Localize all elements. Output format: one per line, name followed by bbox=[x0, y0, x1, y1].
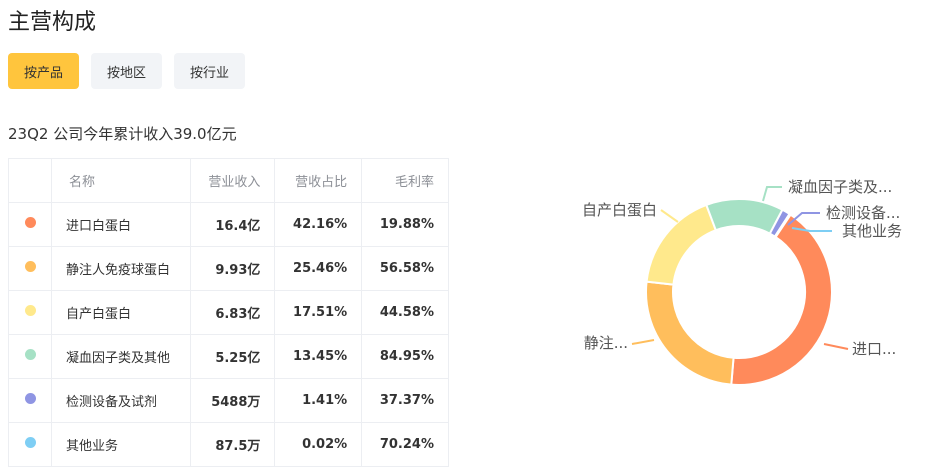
tab-by-product[interactable]: 按产品 bbox=[8, 53, 80, 89]
donut-slice[interactable] bbox=[705, 198, 784, 235]
table-row: 凝血因子类及其他 5.25亿 13.45% 84.95% bbox=[8, 334, 449, 379]
row-revenue: 5.25亿 bbox=[189, 334, 276, 379]
slice-label: 自产白蛋白 bbox=[582, 201, 657, 219]
row-revenue: 16.4亿 bbox=[189, 202, 276, 247]
row-margin: 19.88% bbox=[361, 202, 449, 247]
page-title: 主营构成 bbox=[8, 10, 97, 35]
row-margin: 70.24% bbox=[361, 422, 449, 467]
row-share: 17.51% bbox=[274, 290, 363, 335]
slice-label: 检测设备... bbox=[826, 204, 900, 222]
row-revenue: 6.83亿 bbox=[189, 290, 276, 335]
row-name: 凝血因子类及其他 bbox=[51, 334, 191, 379]
legend-dot-icon bbox=[24, 437, 36, 448]
dimension-tabs: 按产品 按地区 按行业 bbox=[8, 53, 246, 89]
slice-label: 进口... bbox=[852, 340, 896, 358]
label-leader-line bbox=[823, 343, 849, 350]
donut-slice[interactable] bbox=[730, 212, 833, 386]
label-leader-line bbox=[660, 209, 679, 223]
slice-label: 其他业务 bbox=[842, 222, 902, 240]
table-row: 自产白蛋白 6.83亿 17.51% 44.58% bbox=[8, 290, 449, 335]
row-name: 进口白蛋白 bbox=[51, 202, 191, 247]
legend-dot-icon bbox=[24, 305, 36, 316]
header-revenue: 营业收入 bbox=[189, 158, 276, 203]
slice-label: 静注... bbox=[584, 334, 628, 352]
header-margin: 毛利率 bbox=[361, 158, 449, 203]
table-header-row: 名称 营业收入 营收占比 毛利率 bbox=[8, 158, 449, 203]
table-row: 其他业务 87.5万 0.02% 70.24% bbox=[8, 422, 449, 467]
row-share: 25.46% bbox=[274, 246, 363, 291]
row-share: 42.16% bbox=[274, 202, 363, 247]
row-share: 13.45% bbox=[274, 334, 363, 379]
header-dot bbox=[8, 158, 52, 203]
tab-by-region[interactable]: 按地区 bbox=[91, 53, 163, 89]
row-name: 检测设备及试剂 bbox=[51, 378, 191, 423]
row-name: 静注人免疫球蛋白 bbox=[51, 246, 191, 291]
row-margin: 56.58% bbox=[361, 246, 449, 291]
revenue-donut-chart: 进口... 静注... 自产白蛋白 凝血因子类及... 检测设备...其他业务 bbox=[582, 178, 902, 386]
legend-dot-icon bbox=[24, 349, 36, 360]
row-share: 0.02% bbox=[274, 422, 363, 467]
label-leader-line bbox=[762, 186, 782, 202]
table-row: 静注人免疫球蛋白 9.93亿 25.46% 56.58% bbox=[8, 246, 449, 291]
row-name: 自产白蛋白 bbox=[51, 290, 191, 335]
table-row: 进口白蛋白 16.4亿 42.16% 19.88% bbox=[8, 202, 449, 247]
donut-slice[interactable] bbox=[645, 280, 735, 386]
header-share: 营收占比 bbox=[274, 158, 363, 203]
row-margin: 84.95% bbox=[361, 334, 449, 379]
row-margin: 37.37% bbox=[361, 378, 449, 423]
legend-dot-icon bbox=[24, 261, 36, 272]
composition-table: 名称 营业收入 营收占比 毛利率 进口白蛋白 16.4亿 42.16% 19.8… bbox=[8, 158, 449, 467]
tab-by-industry[interactable]: 按行业 bbox=[174, 53, 246, 89]
row-share: 1.41% bbox=[274, 378, 363, 423]
row-margin: 44.58% bbox=[361, 290, 449, 335]
row-revenue: 9.93亿 bbox=[189, 246, 276, 291]
revenue-summary: 23Q2 公司今年累计收入39.0亿元 bbox=[8, 125, 237, 143]
legend-dot-icon bbox=[24, 217, 36, 228]
slice-label: 凝血因子类及... bbox=[788, 178, 892, 196]
table-row: 检测设备及试剂 5488万 1.41% 37.37% bbox=[8, 378, 449, 423]
row-revenue: 87.5万 bbox=[189, 422, 276, 467]
label-leader-line bbox=[631, 339, 655, 345]
row-revenue: 5488万 bbox=[189, 378, 276, 423]
header-name: 名称 bbox=[51, 158, 191, 203]
row-name: 其他业务 bbox=[51, 422, 191, 467]
legend-dot-icon bbox=[24, 393, 36, 404]
